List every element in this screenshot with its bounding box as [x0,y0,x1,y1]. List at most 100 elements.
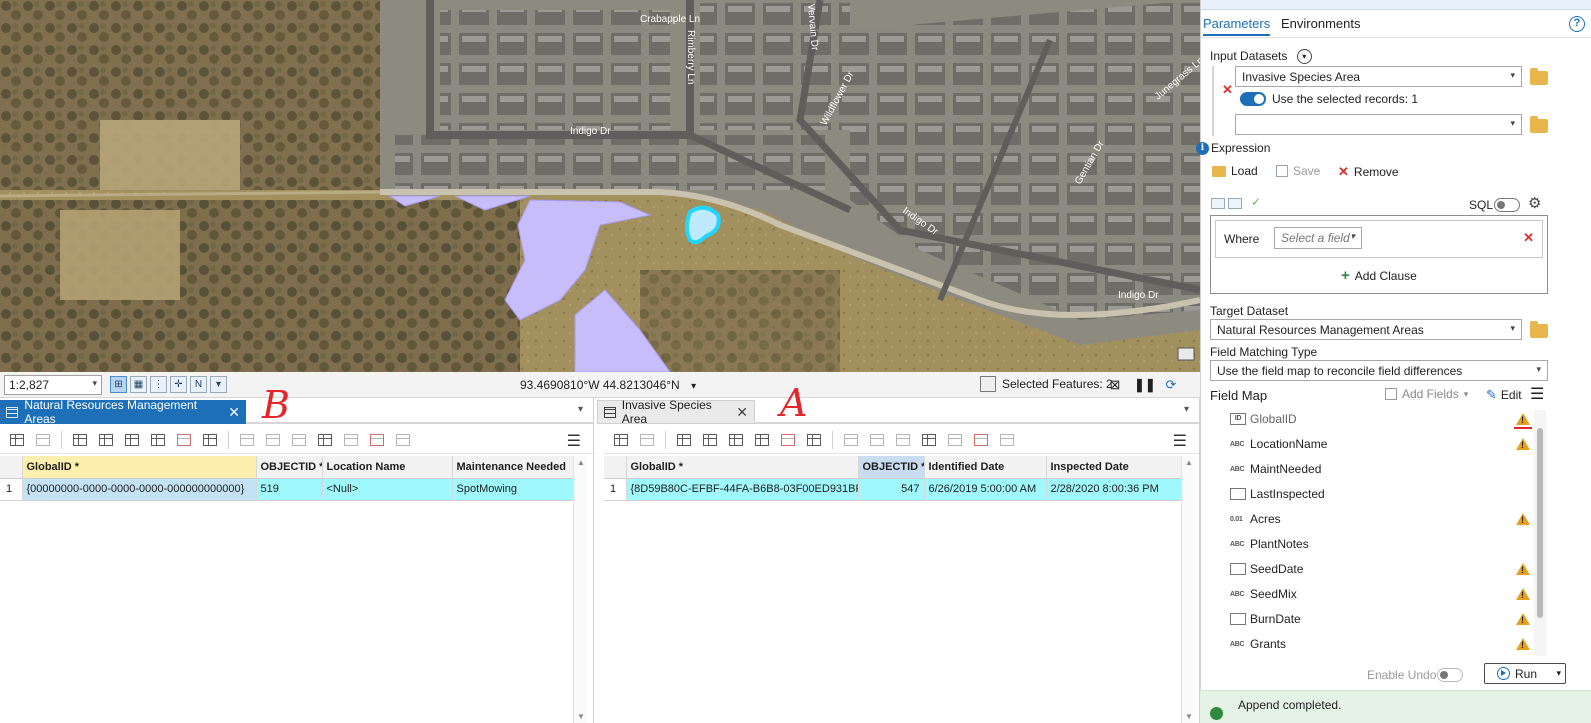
menu-icon[interactable]: ☰ [1173,431,1187,451]
clear-selection-icon[interactable] [751,430,773,450]
load-button[interactable]: Load [1212,164,1258,178]
chevron-down-icon[interactable]: ▾ [578,404,583,415]
column-header[interactable]: Inspected Date [1046,456,1183,479]
sql-mode-icon[interactable] [1228,198,1242,209]
table-row[interactable]: 1 {8D59B80C-EFBF-44FA-B6B8-03F00ED931BF}… [604,478,1183,501]
warning-icon[interactable] [1516,413,1530,425]
add-fields-button[interactable]: Add Fields ▾ [1385,387,1468,401]
pause-icon[interactable]: ❚❚ [1134,376,1156,394]
save-button[interactable]: Save [1276,164,1320,178]
tab-parameters[interactable]: Parameters [1203,16,1271,36]
copy-highlight-icon[interactable] [392,430,414,450]
folder-icon[interactable] [1530,116,1548,133]
column-header[interactable]: Location Name [322,456,453,479]
vertical-scrollbar[interactable]: ▲ ▼ [573,456,587,723]
column-header[interactable]: GlobalID * [22,456,257,479]
delete-selection-icon[interactable] [777,430,799,450]
switch-highlight-icon[interactable] [892,430,914,450]
tab-environments[interactable]: Environments [1281,16,1360,31]
chevron-down-icon[interactable]: ▾ [210,376,227,393]
switch-selection-icon[interactable] [121,430,143,450]
coordinates-readout[interactable]: 93.4690810°W 44.8213046°N ▾ [520,378,696,392]
map-view[interactable]: Crabapple Ln Rimberry Ln Vervain Dr Wild… [0,0,1200,372]
help-icon[interactable]: ? [1569,16,1585,32]
reduce-highlight-icon[interactable] [340,430,362,450]
use-selected-toggle[interactable] [1240,92,1266,106]
warning-icon[interactable] [1516,563,1530,575]
table-cell[interactable]: 519 [256,478,323,501]
row-number[interactable]: 1 [604,478,627,501]
unhighlight-icon[interactable] [866,430,888,450]
folder-icon[interactable] [1530,68,1548,85]
tab-invasive-species[interactable]: Invasive Species Area ✕ [597,398,755,426]
scroll-thumb[interactable] [1537,428,1543,618]
clear-selection-icon[interactable] [147,430,169,450]
scroll-down-icon[interactable]: ▼ [577,712,585,721]
menu-icon[interactable]: ☰ [1530,384,1544,404]
column-header[interactable]: OBJECTID * [256,456,323,479]
warning-icon[interactable] [1516,513,1530,525]
close-icon[interactable]: ✕ [228,404,240,421]
edit-button[interactable]: ✎ Edit [1486,387,1522,403]
list-item[interactable]: LastInspected [1210,482,1534,506]
add-field-icon[interactable] [6,430,28,450]
switch-highlight-icon[interactable] [288,430,310,450]
sql-toggle[interactable] [1494,198,1520,212]
remove-clause-icon[interactable]: ✕ [1523,230,1534,246]
field-map-scrollbar[interactable] [1534,410,1546,656]
enable-undo-toggle[interactable] [1437,668,1463,682]
zoom-highlight-icon[interactable] [314,430,336,450]
north-arrow-icon[interactable]: N [190,376,207,393]
table-cell[interactable]: {8D59B80C-EFBF-44FA-B6B8-03F00ED931BF} [626,478,859,501]
list-item[interactable]: 0.01 Acres [1210,507,1534,531]
zoom-to-selection-icon[interactable] [699,430,721,450]
column-header[interactable]: Identified Date [924,456,1047,479]
scroll-down-icon[interactable]: ▼ [1185,712,1193,721]
row-number[interactable]: 1 [0,478,23,501]
list-item[interactable]: ABC Grants [1210,632,1534,656]
warning-icon[interactable] [1516,613,1530,625]
zoom-to-selection-icon[interactable] [95,430,117,450]
list-item[interactable]: SeedDate [1210,557,1534,581]
scroll-up-icon[interactable]: ▲ [577,458,585,467]
table-cell[interactable]: 547 [858,478,925,501]
select-by-attributes-icon[interactable] [69,430,91,450]
remove-button[interactable]: ✕ Remove [1338,164,1399,180]
warning-icon[interactable] [1516,588,1530,600]
chevron-down-icon[interactable]: ▾ [1184,404,1189,415]
grid-icon[interactable]: ▦ [130,376,147,393]
list-item[interactable]: BurnDate [1210,607,1534,631]
field-matching-combo[interactable]: Use the field map to reconcile field dif… [1210,360,1548,381]
copy-selection-icon[interactable] [803,430,825,450]
tab-natural-resources[interactable]: Natural Resources Management Areas ✕ [0,398,246,426]
add-clause-button[interactable]: + Add Clause [1341,267,1417,284]
remove-row-icon[interactable]: ✕ [1222,82,1233,98]
table-cell[interactable]: {00000000-0000-0000-0000-000000000000} [22,478,257,501]
reduce-highlight-icon[interactable] [944,430,966,450]
verify-check-icon[interactable]: ✓ [1251,195,1261,209]
zoom-highlight-icon[interactable] [918,430,940,450]
scroll-up-icon[interactable]: ▲ [1185,458,1193,467]
highlight-icon[interactable] [236,430,258,450]
input-dataset-combo[interactable]: Invasive Species Area ▾ [1235,66,1522,87]
table-cell[interactable]: 6/26/2019 5:00:00 AM [924,478,1047,501]
column-header[interactable]: OBJECTID * [858,456,925,479]
info-icon[interactable]: i [1196,142,1209,155]
delete-highlight-icon[interactable] [970,430,992,450]
warning-icon[interactable] [1516,638,1530,650]
select-by-attributes-icon[interactable] [673,430,695,450]
input-dataset-empty-combo[interactable]: ▾ [1235,114,1522,135]
selected-features[interactable]: Selected Features: 2 [980,376,1113,392]
list-item[interactable]: ABC SeedMix [1210,582,1534,606]
gear-icon[interactable]: ⚙ [1528,194,1541,212]
snapping-icon[interactable]: ⋮ [150,376,167,393]
chevron-down-icon[interactable]: ▾ [1556,668,1561,679]
map-overview-icon[interactable] [1177,347,1195,361]
folder-icon[interactable] [1530,321,1548,338]
table-cell[interactable]: SpotMowing [452,478,577,501]
table-row[interactable]: 1 {00000000-0000-0000-0000-000000000000}… [0,478,577,501]
add-field-icon[interactable] [610,430,632,450]
select-field-combo[interactable]: Select a field ▾ [1274,227,1362,249]
list-item[interactable]: ABC PlantNotes [1210,532,1534,556]
scale-combo[interactable]: 1:2,827 ▾ [4,375,102,395]
